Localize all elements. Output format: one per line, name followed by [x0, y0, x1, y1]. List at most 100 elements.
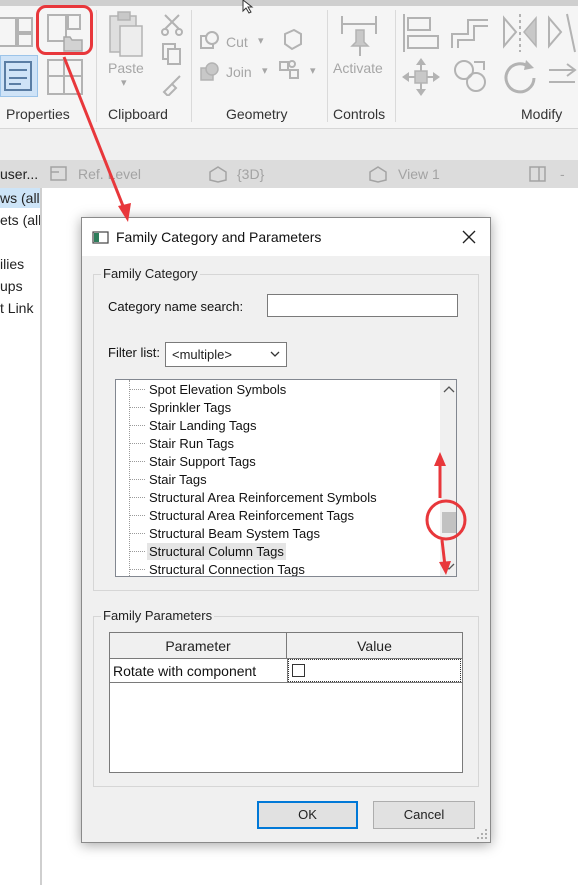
paste-chevron-down-icon[interactable]: ▾ — [121, 76, 127, 89]
cut-geometry-label[interactable]: Cut — [226, 34, 248, 50]
ribbon-separator — [191, 10, 192, 122]
column-header-parameter[interactable]: Parameter — [110, 633, 287, 659]
tree-guide-line — [129, 380, 130, 576]
tree-connector — [129, 497, 145, 498]
activate-button-label[interactable]: Activate — [333, 60, 383, 76]
revit-app-icon — [92, 231, 109, 244]
paste-icon[interactable] — [106, 10, 146, 58]
cancel-button[interactable]: Cancel — [373, 801, 475, 829]
tree-item[interactable]: Stair Run Tags — [147, 435, 236, 452]
group-label-geometry: Geometry — [226, 106, 288, 122]
tree-item[interactable]: Structural Connection Tags — [147, 561, 307, 576]
rotate-with-component-checkbox[interactable] — [292, 664, 305, 677]
tab-3d[interactable]: {3D} — [237, 166, 264, 182]
tab-ref-level[interactable]: Ref. Level — [78, 166, 141, 182]
tree-connector — [129, 443, 145, 444]
tree-item-selected[interactable]: Structural Column Tags — [147, 543, 286, 560]
view-tab-bar: Ref. Level {3D} View 1 - — [40, 160, 578, 188]
paste-button-label[interactable]: Paste — [108, 60, 144, 76]
tree-item[interactable]: Structural Area Reinforcement Tags — [147, 507, 356, 524]
parameter-name-cell: Rotate with component — [113, 663, 257, 679]
floor-plan-view-icon — [50, 166, 67, 181]
tree-connector — [129, 533, 145, 534]
move-icon[interactable] — [400, 56, 442, 98]
scroll-down-icon[interactable] — [443, 563, 455, 571]
ribbon: Properties Paste ▾ Clipboard Cut ▾ Join … — [0, 0, 578, 129]
cut-to-clipboard-icon[interactable] — [160, 12, 184, 36]
scroll-up-icon[interactable] — [443, 385, 455, 393]
family-types-icon[interactable] — [44, 58, 86, 98]
copy-element-icon[interactable] — [450, 56, 490, 98]
project-browser-panel: user... ws (all ets (all ilies ups t Lin… — [0, 160, 42, 885]
tree-item[interactable]: Spot Elevation Symbols — [147, 381, 288, 398]
cut-chevron-down-icon[interactable]: ▾ — [258, 34, 264, 47]
close-icon[interactable] — [458, 226, 480, 248]
browser-row-views[interactable]: ws (all — [0, 190, 40, 206]
tab-view-1[interactable]: View 1 — [398, 166, 440, 182]
split-face-icon[interactable] — [278, 58, 302, 84]
resize-grip-icon[interactable] — [476, 828, 488, 840]
3d-view-icon — [209, 166, 227, 183]
filter-list-value: <multiple> — [172, 347, 232, 362]
tab-overflow[interactable]: - — [560, 166, 565, 182]
join-chevron-down-icon[interactable]: ▾ — [262, 64, 268, 77]
chevron-down-icon — [270, 351, 280, 357]
tree-connector — [129, 425, 145, 426]
sheet-view-icon — [529, 166, 546, 182]
split-chevron-down-icon[interactable]: ▾ — [310, 64, 316, 77]
group-label-controls: Controls — [333, 106, 386, 122]
tree-item[interactable]: Stair Tags — [147, 471, 209, 488]
rotate-icon[interactable] — [500, 56, 540, 98]
group-label-clipboard: Clipboard — [108, 106, 168, 122]
tree-connector — [129, 551, 145, 552]
ok-button[interactable]: OK — [257, 801, 358, 829]
match-properties-icon[interactable] — [160, 72, 184, 96]
tree-connector — [129, 407, 145, 408]
ribbon-bottom-band — [0, 129, 578, 160]
browser-row-families[interactable]: ilies — [0, 256, 24, 272]
filter-list-select[interactable]: <multiple> — [165, 342, 287, 367]
cut-geometry-icon[interactable] — [198, 30, 222, 52]
tree-connector — [129, 569, 145, 570]
browser-header-text: user... — [0, 166, 39, 182]
category-tree-list[interactable]: Spot Elevation Symbols Sprinkler Tags St… — [115, 379, 457, 577]
mirror-draw-axis-icon[interactable] — [545, 12, 578, 56]
tree-item[interactable]: Sprinkler Tags — [147, 399, 233, 416]
dialog-title-bar: Family Category and Parameters — [82, 218, 490, 256]
category-search-label: Category name search: — [108, 299, 244, 314]
align-icon[interactable] — [400, 12, 442, 54]
offset-icon[interactable] — [448, 14, 492, 54]
copy-to-clipboard-icon[interactable] — [160, 42, 184, 66]
paint-icon[interactable] — [282, 28, 304, 52]
browser-row-sheets[interactable]: ets (all — [0, 212, 40, 228]
ribbon-separator — [96, 10, 97, 122]
tree-item[interactable]: Stair Support Tags — [147, 453, 258, 470]
tree-scrollbar[interactable] — [440, 380, 456, 576]
browser-row-revit-links[interactable]: t Link — [0, 300, 33, 316]
scrollbar-thumb[interactable] — [442, 512, 456, 533]
family-category-group-title: Family Category — [101, 266, 200, 281]
group-label-modify: Modify — [521, 106, 563, 122]
activate-dimensions-icon[interactable] — [338, 12, 380, 60]
filter-list-label: Filter list: — [108, 345, 160, 360]
join-geometry-label[interactable]: Join — [226, 64, 252, 80]
3d-view-icon — [369, 166, 387, 183]
properties-button[interactable] — [0, 55, 38, 97]
type-properties-icon[interactable] — [0, 14, 34, 54]
category-search-input[interactable] — [267, 294, 458, 317]
tree-connector — [129, 479, 145, 480]
tree-item[interactable]: Structural Beam System Tags — [147, 525, 322, 542]
tree-connector — [129, 389, 145, 390]
column-header-value[interactable]: Value — [287, 633, 462, 659]
browser-row-groups[interactable]: ups — [0, 278, 23, 294]
tree-item[interactable]: Structural Area Reinforcement Symbols — [147, 489, 379, 506]
mirror-pick-axis-icon[interactable] — [500, 12, 540, 56]
trim-extend-icon[interactable] — [545, 56, 578, 98]
tree-connector — [129, 461, 145, 462]
ribbon-separator — [395, 10, 396, 122]
join-geometry-icon[interactable] — [198, 60, 222, 84]
mouse-cursor-icon — [242, 0, 254, 14]
tree-item[interactable]: Stair Landing Tags — [147, 417, 258, 434]
group-label-properties: Properties — [6, 106, 70, 122]
value-cell-focus[interactable] — [288, 659, 461, 682]
